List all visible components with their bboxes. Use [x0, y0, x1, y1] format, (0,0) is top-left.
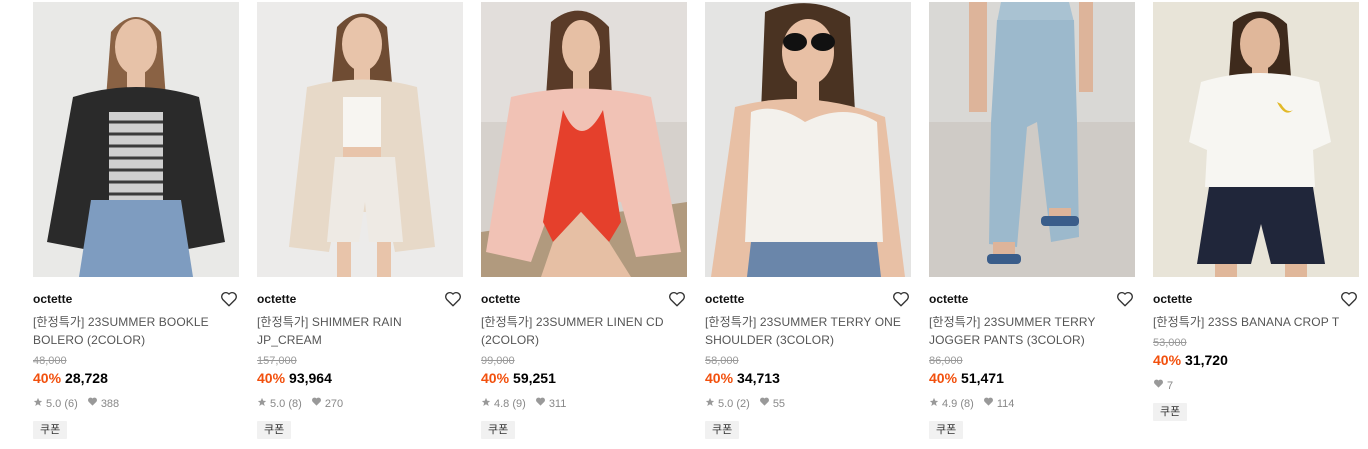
review-meta: 4.9 (8) 114 — [929, 396, 1135, 411]
review-meta: 7 — [1153, 378, 1359, 393]
heart-icon — [311, 396, 322, 411]
original-price: 53,000 — [1153, 337, 1187, 349]
like-count: 270 — [324, 397, 344, 410]
product-card[interactable]: octette [한정특가] 23SUMMER BOOKLE BOLERO (2… — [33, 2, 239, 439]
price-row: 40% 28,728 — [33, 369, 239, 387]
product-name[interactable]: [한정특가] 23SUMMER BOOKLE BOLERO (2COLOR) — [33, 313, 239, 349]
sale-price: 93,964 — [289, 370, 332, 386]
product-grid: octette [한정특가] 23SUMMER BOOKLE BOLERO (2… — [0, 0, 1368, 449]
sale-price: 51,471 — [961, 370, 1004, 386]
product-card[interactable]: octette [한정특가] 23SUMMER TERRY ONE SHOULD… — [705, 2, 911, 439]
review-count: (8) — [960, 397, 974, 410]
discount-rate: 40% — [257, 370, 286, 386]
price-row: 40% 31,720 — [1153, 351, 1359, 369]
product-image[interactable] — [257, 2, 463, 277]
like-count: 114 — [996, 397, 1015, 410]
original-price: 86,000 — [929, 355, 963, 367]
original-price: 157,000 — [257, 355, 297, 367]
rating-value: 5.0 — [270, 397, 286, 410]
product-name[interactable]: [한정특가] SHIMMER RAIN JP_CREAM — [257, 313, 463, 349]
brand-name[interactable]: octette — [929, 292, 968, 306]
brand-name[interactable]: octette — [33, 292, 72, 306]
coupon-badge: 쿠폰 — [1153, 403, 1188, 421]
brand-name[interactable]: octette — [257, 292, 296, 306]
product-image[interactable] — [33, 2, 239, 277]
product-name[interactable]: [한정특가] 23SUMMER TERRY JOGGER PANTS (3COL… — [929, 313, 1135, 349]
wishlist-heart-icon[interactable] — [892, 290, 910, 308]
like-count: 311 — [548, 397, 567, 410]
review-meta: 5.0 (2) 55 — [705, 396, 911, 411]
heart-icon — [1153, 378, 1164, 393]
wishlist-heart-icon[interactable] — [1340, 290, 1358, 308]
brand-name[interactable]: octette — [481, 292, 520, 306]
product-card[interactable]: octette [한정특가] 23SUMMER TERRY JOGGER PAN… — [929, 2, 1135, 439]
star-icon — [33, 397, 43, 411]
like-count: 7 — [1167, 379, 1174, 392]
like-count: 55 — [772, 397, 786, 410]
review-meta: 4.8 (9) 311 — [481, 396, 687, 411]
product-name[interactable]: [한정특가] 23SUMMER LINEN CD (2COLOR) — [481, 313, 687, 349]
rating-value: 4.9 — [942, 397, 958, 410]
rating-value: 4.8 — [494, 397, 510, 410]
price-row: 40% 59,251 — [481, 369, 687, 387]
star-icon — [481, 397, 491, 411]
product-image[interactable] — [929, 2, 1135, 277]
coupon-badge: 쿠폰 — [257, 421, 292, 439]
discount-rate: 40% — [33, 370, 62, 386]
review-count: (2) — [736, 397, 750, 410]
review-count: (9) — [512, 397, 526, 410]
review-count: (8) — [288, 397, 302, 410]
price-row: 40% 34,713 — [705, 369, 911, 387]
review-meta: 5.0 (6) 388 — [33, 396, 239, 411]
rating-value: 5.0 — [718, 397, 734, 410]
original-price: 58,000 — [705, 355, 739, 367]
rating-value: 5.0 — [46, 397, 62, 410]
coupon-badge: 쿠폰 — [705, 421, 740, 439]
sale-price: 31,720 — [1185, 352, 1228, 368]
product-card[interactable]: octette [한정특가] 23SUMMER LINEN CD (2COLOR… — [481, 2, 687, 439]
discount-rate: 40% — [929, 370, 958, 386]
product-card[interactable]: octette [한정특가] 23SS BANANA CROP T 53,000… — [1153, 2, 1359, 421]
product-image[interactable] — [481, 2, 687, 277]
brand-name[interactable]: octette — [1153, 292, 1192, 306]
coupon-badge: 쿠폰 — [929, 421, 964, 439]
coupon-badge: 쿠폰 — [33, 421, 68, 439]
price-row: 40% 93,964 — [257, 369, 463, 387]
sale-price: 34,713 — [737, 370, 780, 386]
heart-icon — [759, 396, 770, 411]
wishlist-heart-icon[interactable] — [668, 290, 686, 308]
wishlist-heart-icon[interactable] — [220, 290, 238, 308]
price-row: 40% 51,471 — [929, 369, 1135, 387]
product-card[interactable]: octette [한정특가] SHIMMER RAIN JP_CREAM 157… — [257, 2, 463, 439]
discount-rate: 40% — [705, 370, 734, 386]
discount-rate: 40% — [481, 370, 510, 386]
discount-rate: 40% — [1153, 352, 1182, 368]
original-price: 99,000 — [481, 355, 515, 367]
heart-icon — [535, 396, 546, 411]
sale-price: 59,251 — [513, 370, 556, 386]
sale-price: 28,728 — [65, 370, 108, 386]
star-icon — [705, 397, 715, 411]
heart-icon — [87, 396, 98, 411]
star-icon — [257, 397, 267, 411]
review-count: (6) — [64, 397, 78, 410]
original-price: 48,000 — [33, 355, 67, 367]
star-icon — [929, 397, 939, 411]
review-meta: 5.0 (8) 270 — [257, 396, 463, 411]
heart-icon — [983, 396, 994, 411]
wishlist-heart-icon[interactable] — [444, 290, 462, 308]
product-name[interactable]: [한정특가] 23SUMMER TERRY ONE SHOULDER (3COL… — [705, 313, 911, 349]
coupon-badge: 쿠폰 — [481, 421, 516, 439]
wishlist-heart-icon[interactable] — [1116, 290, 1134, 308]
product-name[interactable]: [한정특가] 23SS BANANA CROP T — [1153, 313, 1359, 331]
product-image[interactable] — [1153, 2, 1359, 277]
brand-name[interactable]: octette — [705, 292, 744, 306]
like-count: 388 — [100, 397, 120, 410]
product-image[interactable] — [705, 2, 911, 277]
